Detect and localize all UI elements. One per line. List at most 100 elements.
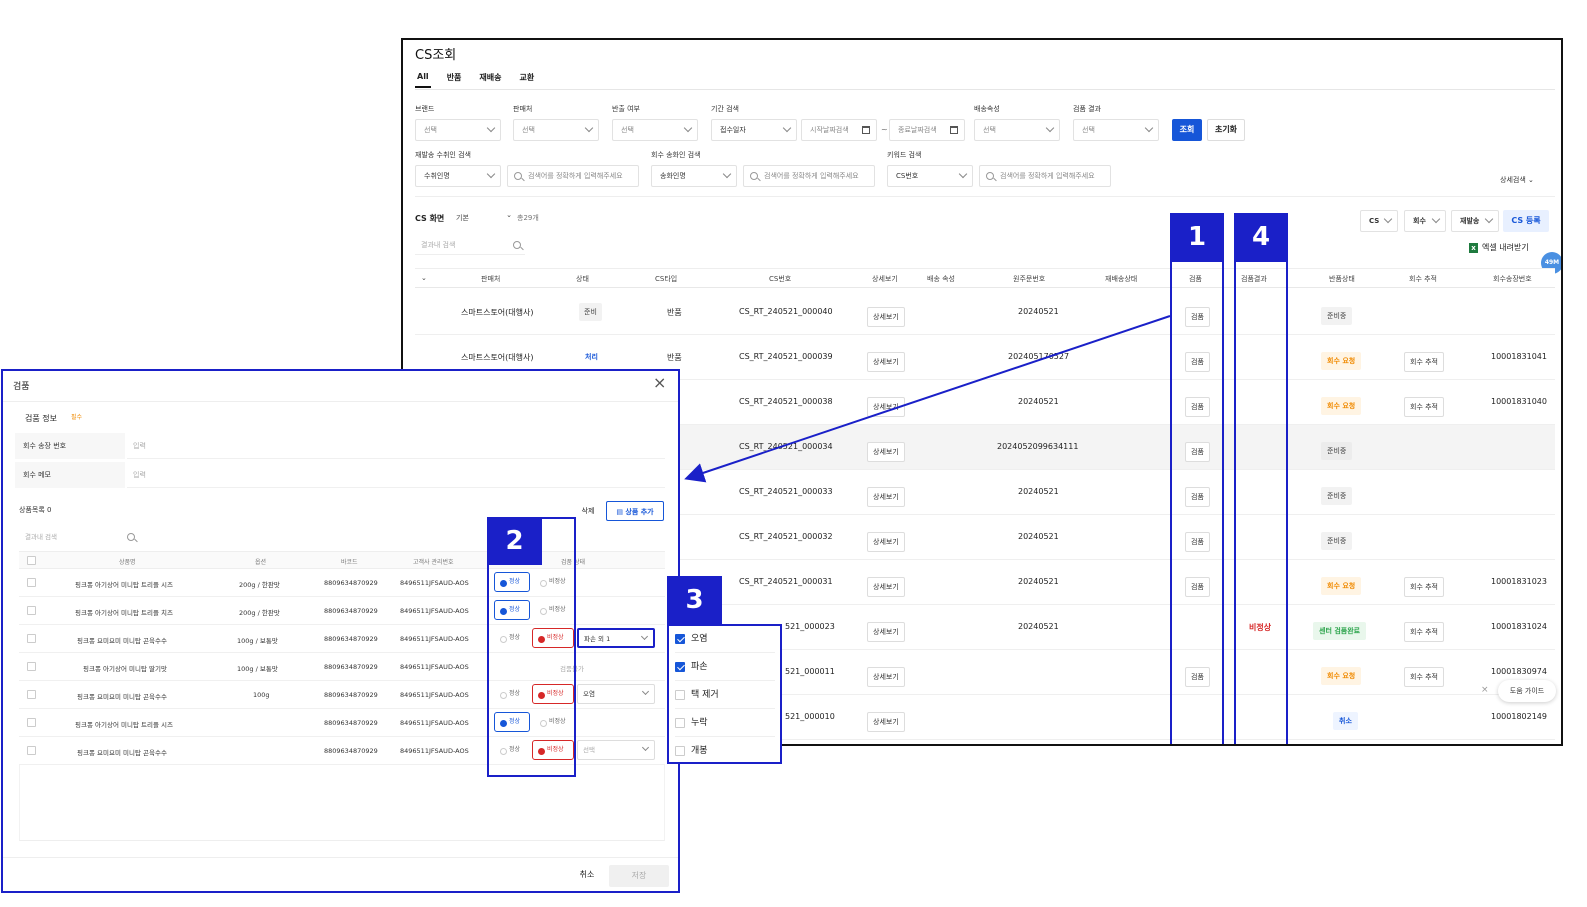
document-icon: ▤ — [616, 508, 623, 516]
cancel-button[interactable]: 취소 — [570, 865, 604, 887]
sender-search-input[interactable]: 검색어를 정확하게 입력해주세요 — [743, 165, 875, 187]
seller-select[interactable]: 선택 — [513, 119, 599, 141]
return-invoice-input[interactable]: 입력 — [127, 433, 665, 459]
col-delivery-attr[interactable]: 배송 속성 — [927, 274, 955, 284]
detail-button[interactable]: 상세보기 — [867, 577, 905, 597]
date-end-input[interactable]: 종료날짜검색 — [889, 119, 965, 141]
keyword-field-value: CS번호 — [896, 172, 919, 180]
cs-type-select[interactable]: CS — [1360, 210, 1398, 232]
collect-track-button[interactable]: 회수 추적 — [1404, 352, 1444, 372]
col-status[interactable]: 상태 — [576, 274, 589, 284]
product-name: 핑크퐁 요미요미 미니탑 곤육수수 — [77, 637, 167, 645]
detail-button[interactable]: 상세보기 — [867, 397, 905, 417]
row-checkbox[interactable] — [27, 746, 36, 755]
dialog-title: 검품 — [13, 382, 30, 392]
product-result-search[interactable]: 결과내 검색 — [19, 529, 139, 545]
collect-track-button[interactable]: 회수 추적 — [1404, 577, 1444, 597]
receiver-field-select[interactable]: 수취인명 — [415, 165, 501, 187]
detail-button[interactable]: 상세보기 — [867, 712, 905, 732]
period-type-value: 접수일자 — [720, 126, 746, 134]
col-collect-track[interactable]: 회수 추적 — [1409, 274, 1437, 284]
receiver-search-input[interactable]: 검색어를 정확하게 입력해주세요 — [507, 165, 639, 187]
tab-redelivery[interactable]: 재배송 — [477, 72, 503, 88]
grid-result-search[interactable]: 결과내 검색 — [415, 237, 525, 255]
period-type-select[interactable]: 접수일자 — [711, 119, 797, 141]
chevron-down-icon — [958, 169, 968, 179]
seller-label: 판매처 — [513, 105, 533, 113]
table-row[interactable]: 스마트스토어(대행사) 준비 반품 CS_RT_240521_000040 상세… — [415, 290, 1555, 335]
tab-return[interactable]: 반품 — [445, 72, 464, 88]
col-resend-status[interactable]: 재배송상태 — [1105, 274, 1137, 284]
cs-register-button[interactable]: CS 등록 — [1503, 210, 1549, 232]
select-all-checkbox[interactable] — [27, 556, 36, 565]
delivery-attr-select[interactable]: 선택 — [974, 119, 1060, 141]
col-return-status[interactable]: 반품상태 — [1329, 274, 1355, 284]
cs-no-cell: 521_000023 — [785, 622, 835, 631]
row-checkbox[interactable] — [27, 718, 36, 727]
detail-button[interactable]: 상세보기 — [867, 442, 905, 462]
annotation-box-inspect-column — [1170, 252, 1224, 744]
delete-button[interactable]: 삭제 — [575, 501, 601, 521]
reason-option-opened[interactable]: 개봉 — [675, 738, 775, 765]
advanced-search-label: 상세검색 — [1500, 176, 1526, 184]
sender-field-select[interactable]: 송화인명 — [651, 165, 737, 187]
reason-option-tag-removed[interactable]: 택 제거 — [675, 682, 775, 709]
status-badge: 준비 — [579, 303, 602, 321]
return-memo-input[interactable]: 입력 — [127, 462, 665, 488]
chevron-down-icon — [641, 743, 650, 752]
abnormal-reason-select[interactable]: 파손 외 1 — [577, 628, 655, 648]
view-select[interactable]: 기본 ⌄ — [456, 211, 512, 223]
grid-header: ⌄ 판매처 상태 CS타입 CS번호 상세보기 배송 속성 원주문번호 재배송상… — [415, 268, 1555, 288]
grid-result-search-placeholder: 결과내 검색 — [421, 241, 456, 249]
collect-track-button[interactable]: 회수 추적 — [1404, 397, 1444, 417]
advanced-search-toggle[interactable]: 상세검색 ⌄ — [1500, 175, 1534, 185]
annotation-badge-1: 1 — [1170, 213, 1224, 262]
keyword-search-input[interactable]: 검색어를 정확하게 입력해주세요 — [979, 165, 1111, 187]
tab-all[interactable]: All — [415, 72, 431, 88]
row-checkbox[interactable] — [27, 690, 36, 699]
row-checkbox[interactable] — [27, 606, 36, 615]
col-cs-no[interactable]: CS번호 — [769, 274, 791, 284]
keyword-field-select[interactable]: CS번호 — [887, 165, 973, 187]
reset-button[interactable]: 초기화 — [1207, 119, 1245, 141]
collect-select[interactable]: 회수 — [1404, 210, 1446, 232]
col-detail[interactable]: 상세보기 — [872, 274, 898, 284]
resend-select[interactable]: 재발송 — [1451, 210, 1499, 232]
collect-track-button[interactable]: 회수 추적 — [1404, 667, 1444, 687]
excel-download-button[interactable]: x 엑셀 내려받기 — [1469, 238, 1545, 258]
detail-button[interactable]: 상세보기 — [867, 307, 905, 327]
cs-type-cell: 반품 — [667, 308, 682, 317]
row-checkbox[interactable] — [27, 662, 36, 671]
save-button[interactable]: 저장 — [609, 865, 669, 887]
detail-button[interactable]: 상세보기 — [867, 622, 905, 642]
search-button[interactable]: 조회 — [1172, 119, 1202, 141]
close-icon[interactable]: × — [1481, 685, 1489, 695]
row-checkbox[interactable] — [27, 634, 36, 643]
reason-option-damage[interactable]: 파손 — [675, 654, 775, 681]
detail-button[interactable]: 상세보기 — [867, 487, 905, 507]
reason-option-missing[interactable]: 누락 — [675, 710, 775, 737]
dialog-title-divider — [3, 401, 678, 402]
detail-button[interactable]: 상세보기 — [867, 352, 905, 372]
close-icon[interactable]: × — [653, 373, 666, 392]
abnormal-reason-select[interactable]: 오염 — [577, 684, 655, 704]
row-checkbox[interactable] — [27, 578, 36, 587]
add-product-button[interactable]: ▤ 상품 추가 — [606, 501, 664, 521]
reason-option-contamination[interactable]: 오염 — [675, 626, 775, 653]
brand-select[interactable]: 선택 — [415, 119, 501, 141]
detail-button[interactable]: 상세보기 — [867, 667, 905, 687]
chevron-down-icon — [641, 687, 650, 696]
abnormal-reason-select[interactable]: 선택 — [577, 740, 655, 760]
col-cs-type[interactable]: CS타입 — [655, 274, 677, 284]
detail-button[interactable]: 상세보기 — [867, 532, 905, 552]
release-select[interactable]: 선택 — [612, 119, 698, 141]
help-guide-button[interactable]: 도움 가이드 — [1498, 680, 1556, 702]
col-order-no[interactable]: 원주문번호 — [1013, 274, 1045, 284]
col-invoice[interactable]: 회수송장번호 — [1493, 274, 1532, 284]
chevron-down-icon — [640, 632, 649, 641]
col-seller[interactable]: 판매처 — [481, 274, 500, 284]
inspect-result-select[interactable]: 선택 — [1073, 119, 1159, 141]
collect-track-button[interactable]: 회수 추적 — [1404, 622, 1444, 642]
tab-exchange[interactable]: 교환 — [518, 72, 537, 88]
date-start-input[interactable]: 시작날짜검색 — [801, 119, 877, 141]
